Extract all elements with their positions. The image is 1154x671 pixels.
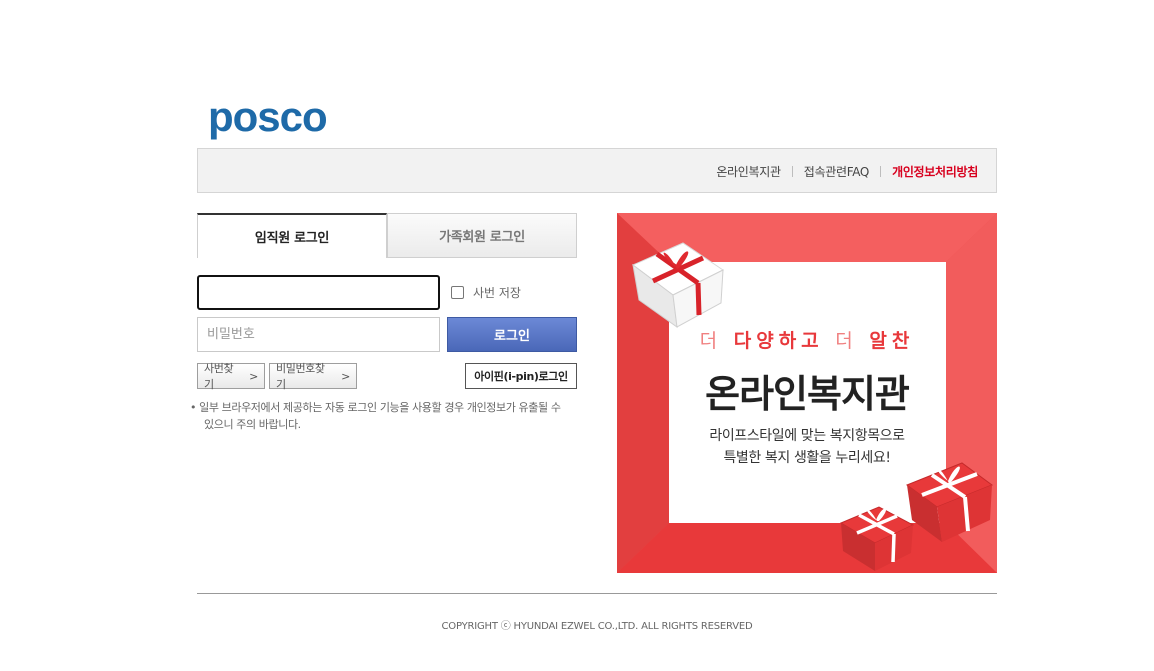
ipin-login-button[interactable]: 아이핀(i-pin)로그인: [465, 363, 577, 389]
find-password-label: 비밀번호찾기: [276, 362, 325, 391]
small-red-gift-box-icon: [839, 506, 915, 571]
tab-family-login-label: 가족회원 로그인: [439, 230, 525, 245]
bullet-icon: •: [190, 401, 197, 414]
nav-privacy-policy[interactable]: 개인정보처리방침: [892, 163, 978, 180]
banner-subtitle-3: 더: [835, 330, 858, 352]
autologin-notice: • 일부 브라우저에서 제공하는 자동 로그인 기능을 사용할 경우 개인정보가 …: [190, 399, 580, 433]
chevron-right-icon: >: [249, 369, 258, 383]
nav-access-faq[interactable]: 접속관련FAQ: [804, 163, 870, 180]
nav-divider: [791, 166, 793, 177]
banner-desc-line-1: 라이프스타일에 맞는 복지항목으로: [709, 428, 905, 444]
banner-title: 온라인복지관: [705, 372, 910, 416]
tab-family-login[interactable]: 가족회원 로그인: [387, 213, 577, 258]
tab-employee-login[interactable]: 임직원 로그인: [197, 213, 387, 258]
promo-banner: 더 다양하고 더 알찬 온라인복지관 라이프스타일에 맞는 복지항목으로 특별한…: [617, 213, 997, 573]
banner-subtitle-4: 알찬: [869, 330, 915, 352]
top-nav: 온라인복지관 접속관련FAQ 개인정보처리방침: [716, 163, 978, 180]
find-id-label: 사번찾기: [204, 362, 234, 391]
save-id-label: 사번 저장: [473, 286, 521, 300]
notice-line-1: 일부 브라우저에서 제공하는 자동 로그인 기능을 사용할 경우 개인정보가 유…: [199, 401, 561, 414]
nav-online-welfare[interactable]: 온라인복지관: [716, 163, 781, 180]
white-gift-box-icon: [632, 242, 724, 329]
banner-subtitle-1: 더: [699, 330, 723, 352]
save-id-checkbox[interactable]: [451, 286, 464, 299]
posco-logo: posco: [208, 97, 328, 140]
save-id-option[interactable]: 사번 저장: [451, 284, 521, 301]
login-tabs: 임직원 로그인 가족회원 로그인: [197, 213, 577, 258]
login-button[interactable]: 로그인: [447, 317, 577, 352]
top-bar: 온라인복지관 접속관련FAQ 개인정보처리방침: [197, 148, 997, 193]
copyright-text: COPYRIGHT ⓒ HYUNDAI EZWEL CO.,LTD. ALL R…: [441, 621, 753, 632]
password-input[interactable]: [197, 317, 440, 352]
logo-text: posco: [208, 97, 327, 140]
employee-id-input[interactable]: [197, 275, 440, 310]
footer-divider: [197, 593, 997, 594]
find-password-button[interactable]: 비밀번호찾기 >: [269, 362, 357, 391]
chevron-right-icon: >: [341, 369, 350, 383]
find-id-button[interactable]: 사번찾기 >: [197, 362, 265, 391]
notice-line-2: 있으니 주의 바랍니다.: [204, 418, 301, 431]
banner-subtitle-2: 다양하고: [733, 330, 824, 352]
nav-divider: [880, 166, 882, 177]
banner-subtitle: 더 다양하고 더 알찬: [617, 326, 997, 353]
